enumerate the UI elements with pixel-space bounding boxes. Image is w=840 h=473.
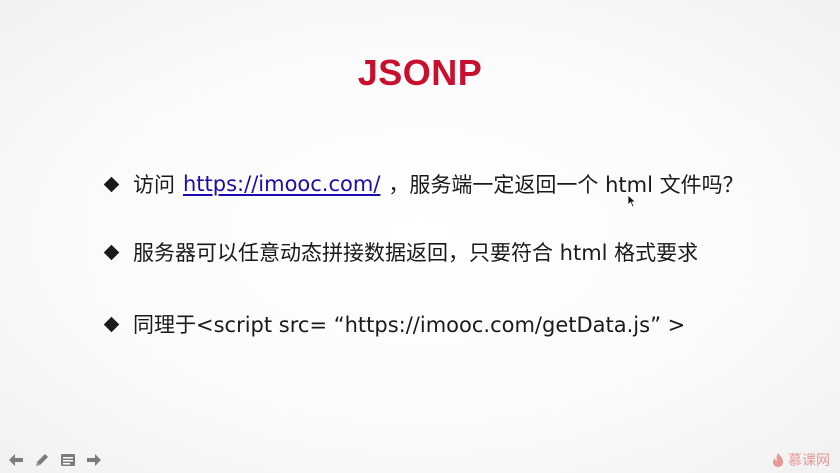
diamond-bullet-icon xyxy=(103,176,120,192)
bullet-2-text: 服务器可以任意动态拼接数据返回，只要符合 html 格式要求 xyxy=(133,241,699,265)
watermark-text: 慕课网 xyxy=(788,453,830,469)
flame-logo-icon xyxy=(773,453,783,467)
diamond-bullet-icon xyxy=(103,316,120,332)
imooc-watermark: 慕课网 xyxy=(771,450,830,470)
bullet-1-prefix: 访问 xyxy=(133,173,175,197)
bullet-3-text: 同理于<script src= “https://imooc.com/getDa… xyxy=(133,313,686,337)
imooc-link[interactable]: https://imooc.com/ xyxy=(183,172,380,196)
bullet-item-2: 服务器可以任意动态拼接数据返回，只要符合 html 格式要求 xyxy=(103,237,699,267)
pen-icon[interactable] xyxy=(32,451,52,469)
arrow-right-icon[interactable] xyxy=(84,451,104,469)
bullet-item-1: 访问 https://imooc.com/ ，服务端一定返回一个 html 文件… xyxy=(103,169,744,199)
arrow-left-icon[interactable] xyxy=(6,451,26,469)
slideshow-controls xyxy=(6,451,104,469)
diamond-bullet-icon xyxy=(103,244,120,260)
menu-icon[interactable] xyxy=(58,451,78,469)
slide-title: JSONP xyxy=(357,52,483,93)
slide: JSONP 访问 https://imooc.com/ ，服务端一定返回一个 h… xyxy=(0,0,840,473)
bullet-item-3: 同理于<script src= “https://imooc.com/getDa… xyxy=(103,309,686,339)
mouse-cursor-icon xyxy=(627,194,637,208)
bullet-1-suffix: ，服务端一定返回一个 html 文件吗？ xyxy=(388,173,744,197)
